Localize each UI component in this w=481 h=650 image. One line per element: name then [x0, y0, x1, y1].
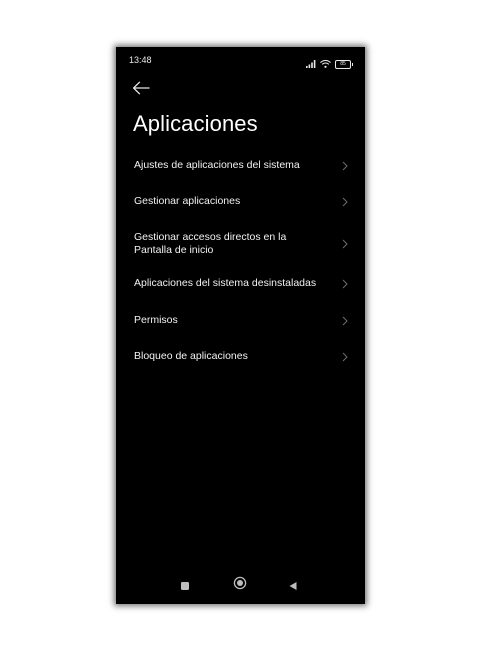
menu-item-label: Permisos	[134, 314, 178, 326]
menu-item-uninstalled-system-apps[interactable]: Aplicaciones del sistema desinstaladas	[116, 274, 365, 294]
arrow-left-icon	[132, 81, 150, 95]
chevron-right-icon	[342, 161, 348, 171]
home-circle-icon	[233, 576, 247, 590]
menu-item-label: Aplicaciones del sistema desinstaladas	[134, 277, 317, 289]
recents-button[interactable]	[180, 578, 190, 596]
back-button[interactable]	[130, 78, 152, 98]
recents-square-icon	[181, 582, 189, 590]
chevron-right-icon	[342, 197, 348, 207]
chevron-right-icon	[342, 239, 348, 249]
signal-icon	[306, 55, 316, 73]
battery-icon: 85	[335, 59, 353, 69]
status-icons: 85	[306, 55, 353, 73]
menu-item-label: Ajustes de aplicaciones del sistema	[134, 159, 300, 171]
menu-item-system-app-settings[interactable]: Ajustes de aplicaciones del sistema	[116, 156, 365, 176]
menu-item-label: Gestionar accesos directos en la Pantall…	[134, 231, 287, 256]
status-time: 13:48	[129, 55, 152, 65]
chevron-right-icon	[342, 316, 348, 326]
menu-item-label: Bloqueo de aplicaciones	[134, 350, 248, 362]
chevron-right-icon	[342, 279, 348, 289]
menu-item-label: Gestionar aplicaciones	[134, 195, 241, 207]
menu-item-manage-home-shortcuts[interactable]: Gestionar accesos directos en la Pantall…	[116, 228, 365, 260]
chevron-right-icon	[342, 352, 348, 362]
menu-item-permissions[interactable]: Permisos	[116, 311, 365, 331]
home-button[interactable]	[233, 576, 247, 595]
navigation-bar	[116, 568, 365, 604]
phone-screen: 13:48 85 Aplicaciones Ajustes de aplicac…	[116, 47, 365, 604]
system-back-button[interactable]	[288, 578, 298, 596]
menu-item-app-lock[interactable]: Bloqueo de aplicaciones	[116, 347, 365, 367]
page-title: Aplicaciones	[133, 111, 258, 136]
menu-item-manage-apps[interactable]: Gestionar aplicaciones	[116, 192, 365, 212]
back-triangle-icon	[289, 582, 297, 590]
wifi-icon	[320, 55, 331, 73]
status-bar: 13:48 85	[116, 47, 365, 73]
